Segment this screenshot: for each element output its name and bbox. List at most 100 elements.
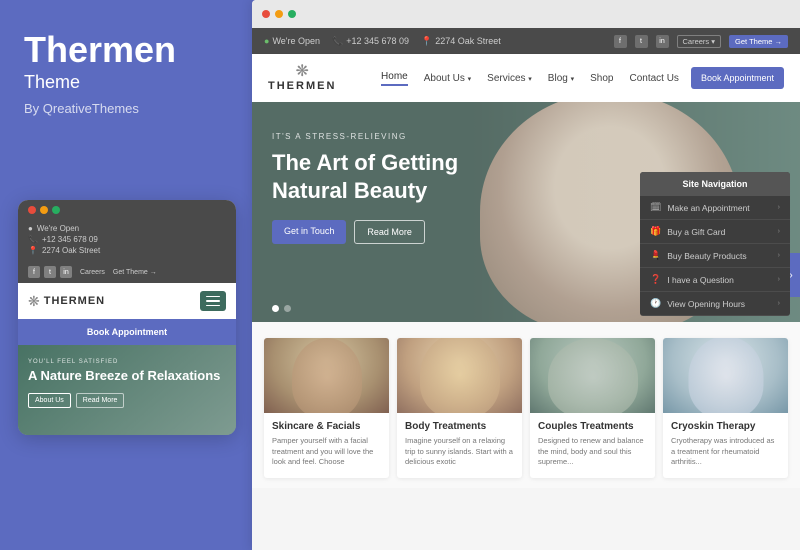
nav-panel-products[interactable]: 💄 Buy Beauty Products › [640, 244, 790, 268]
get-theme-btn[interactable]: Get Theme → [729, 35, 788, 48]
topbar-phone-text: +12 345 678 09 [346, 36, 409, 46]
left-panel: Thermen Theme By QreativeThemes ● We're … [0, 0, 248, 550]
mobile-social-row: f t in Careers Get Theme → [18, 263, 236, 283]
nav-panel-hours[interactable]: 🕐 View Opening Hours › [640, 292, 790, 316]
hours-icon: 🕐 [650, 298, 661, 309]
linkedin-icon: in [60, 266, 72, 278]
browser-chrome [252, 0, 800, 28]
appointment-arrow-icon: › [778, 204, 780, 211]
mobile-open-text: We're Open [37, 224, 79, 233]
couples-title: Couples Treatments [538, 421, 647, 432]
nav-about[interactable]: About Us ▾ [424, 73, 471, 84]
service-card-skincare: Skincare & Facials Pamper yourself with … [264, 338, 389, 478]
site-facebook-icon[interactable]: f [614, 35, 627, 48]
hero-read-more-btn[interactable]: Read More [354, 220, 425, 244]
mobile-phone: +12 345 678 09 [42, 235, 98, 244]
site-navbar: ❋ THERMEN Home About Us ▾ Services ▾ Blo… [252, 54, 800, 102]
services-section: Skincare & Facials Pamper yourself with … [252, 322, 800, 488]
nav-panel-question[interactable]: ❓ I have a Question › [640, 268, 790, 292]
nav-panel-hours-label: View Opening Hours [667, 299, 745, 309]
nav-contact[interactable]: Contact Us [629, 73, 678, 84]
mobile-browser-bar [18, 200, 236, 220]
service-img-skincare [264, 338, 389, 413]
browser-dot-yellow [275, 10, 283, 18]
mobile-book-btn[interactable]: Book Appointment [18, 319, 236, 345]
brand-subtitle: Theme [24, 72, 224, 93]
hamburger-menu[interactable] [200, 291, 226, 311]
mobile-address: 2274 Oak Street [42, 246, 100, 255]
careers-btn[interactable]: Careers ▾ [677, 35, 722, 48]
hamburger-line-3 [206, 305, 220, 307]
site-hero: IT'S A STRESS-RELIEVING The Art of Getti… [252, 102, 800, 322]
brand-title: Thermen [24, 30, 224, 70]
mobile-logo-icon: ❋ [28, 293, 40, 310]
open-icon: ● [28, 224, 33, 233]
appointment-icon: 🗓 [650, 202, 661, 213]
address-icon: 📍 [28, 246, 38, 255]
hamburger-line-2 [206, 300, 220, 302]
body-person [420, 338, 500, 413]
hero-content: IT'S A STRESS-RELIEVING The Art of Getti… [272, 132, 512, 244]
browser-dot-red [262, 10, 270, 18]
cryo-person [688, 338, 763, 413]
mobile-nav-bar: ❋ THERMEN [18, 283, 236, 319]
mobile-hero: YOU'LL FEEL SATISFIED A Nature Breeze of… [18, 345, 236, 435]
twitter-icon: t [44, 266, 56, 278]
hero-dot-1[interactable] [272, 305, 279, 312]
about-arrow-icon: ▾ [468, 76, 472, 83]
nav-panel-gift-label: Buy a Gift Card [667, 227, 725, 237]
cryo-desc: Cryotherapy was introduced as a treatmen… [671, 436, 780, 468]
mobile-get-theme: Get Theme → [113, 269, 157, 276]
hero-get-in-touch-btn[interactable]: Get in Touch [272, 220, 346, 244]
phone-icon-main: 📞 [332, 36, 343, 47]
body-desc: Imagine yourself on a relaxing trip to s… [405, 436, 514, 468]
nav-blog[interactable]: Blog ▾ [548, 73, 574, 84]
dot-green [52, 206, 60, 214]
mobile-about-btn[interactable]: About Us [28, 393, 71, 408]
mobile-topbar-info: ● We're Open 📞 +12 345 678 09 📍 2274 Oak… [18, 220, 236, 263]
site-logo: ❋ THERMEN [268, 64, 336, 92]
service-card-body: Body Treatments Imagine yourself on a re… [397, 338, 522, 478]
products-arrow-icon: › [778, 252, 780, 259]
hero-dot-2[interactable] [284, 305, 291, 312]
service-img-body [397, 338, 522, 413]
skincare-title: Skincare & Facials [272, 421, 381, 432]
hamburger-line-1 [206, 296, 220, 298]
hero-title: The Art of Getting Natural Beauty [272, 149, 512, 204]
nav-panel-products-label: Buy Beauty Products [667, 251, 746, 261]
site-book-btn[interactable]: Book Appointment [691, 67, 784, 89]
nav-panel-question-label: I have a Question [667, 275, 734, 285]
nav-panel-appointment[interactable]: 🗓 Make an Appointment › [640, 196, 790, 220]
products-icon: 💄 [650, 250, 661, 261]
nav-services[interactable]: Services ▾ [487, 73, 532, 84]
service-img-cryo [663, 338, 788, 413]
site-nav-panel: Site Navigation 🗓 Make an Appointment › … [640, 172, 790, 316]
main-preview: ● We're Open 📞 +12 345 678 09 📍 2274 Oak… [252, 0, 800, 550]
dot-red [28, 206, 36, 214]
site-linkedin-icon[interactable]: in [656, 35, 669, 48]
hero-btns: Get in Touch Read More [272, 220, 512, 244]
couples-desc: Designed to renew and balance the mind, … [538, 436, 647, 468]
facebook-icon: f [28, 266, 40, 278]
nav-home[interactable]: Home [381, 71, 408, 86]
mobile-careers: Careers [80, 269, 105, 276]
mobile-hero-title: A Nature Breeze of Relaxations [28, 368, 226, 385]
topbar-address-text: 2274 Oak Street [435, 36, 501, 46]
services-arrow-icon: ▾ [528, 76, 532, 83]
service-img-couples [530, 338, 655, 413]
cryo-title: Cryoskin Therapy [671, 421, 780, 432]
nav-shop[interactable]: Shop [590, 73, 613, 84]
topbar-right: f t in Careers ▾ Get Theme → [614, 35, 789, 48]
site-twitter-icon[interactable]: t [635, 35, 648, 48]
topbar-phone: 📞 +12 345 678 09 [332, 36, 409, 47]
topbar-open-text: We're Open [272, 36, 320, 46]
gift-icon: 🎁 [650, 226, 661, 237]
hero-slider-dots [272, 305, 291, 312]
mobile-mockup: ● We're Open 📞 +12 345 678 09 📍 2274 Oak… [18, 200, 236, 435]
topbar-left: ● We're Open 📞 +12 345 678 09 📍 2274 Oak… [264, 36, 600, 47]
couples-person [548, 338, 638, 413]
nav-panel-appointment-label: Make an Appointment [667, 203, 749, 213]
nav-panel-gift[interactable]: 🎁 Buy a Gift Card › [640, 220, 790, 244]
mobile-readmore-btn[interactable]: Read More [76, 393, 125, 408]
gift-arrow-icon: › [778, 228, 780, 235]
